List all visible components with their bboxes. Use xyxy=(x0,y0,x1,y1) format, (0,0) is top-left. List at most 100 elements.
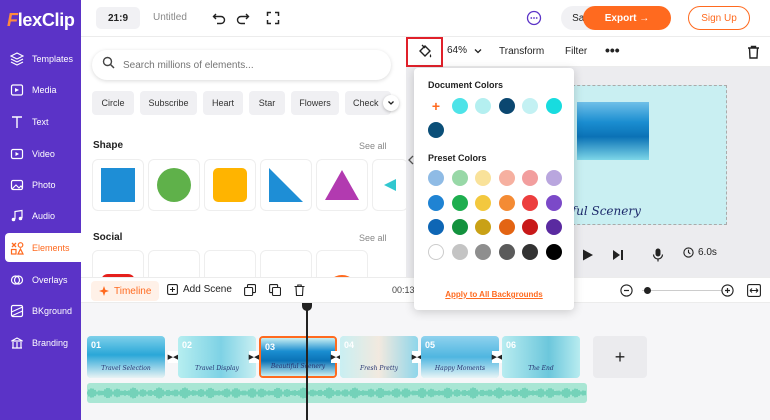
transition-icon[interactable]: ▶◀ xyxy=(168,351,178,363)
transition-icon[interactable]: ▶◀ xyxy=(492,351,502,363)
shape-tile-rounded-square[interactable] xyxy=(205,160,255,210)
shape-tile-partial[interactable] xyxy=(373,160,406,210)
redo-icon[interactable] xyxy=(234,9,252,27)
search-box[interactable] xyxy=(92,50,391,80)
tab-timeline[interactable]: Timeline xyxy=(91,281,160,301)
preset-color-swatch[interactable] xyxy=(475,194,491,211)
scene-photo[interactable] xyxy=(577,102,649,160)
delete-scene-icon[interactable] xyxy=(294,284,305,296)
preset-color-swatch[interactable] xyxy=(522,243,538,260)
search-input[interactable] xyxy=(123,59,363,71)
document-color-swatch[interactable] xyxy=(475,98,491,114)
more-options-icon[interactable]: ••• xyxy=(605,42,620,58)
chat-icon[interactable] xyxy=(525,9,543,27)
microphone-icon[interactable] xyxy=(652,248,664,262)
preset-color-swatch[interactable] xyxy=(498,219,515,235)
chip-heart[interactable]: Heart xyxy=(203,91,243,115)
scene-clip-03[interactable]: 03 Beautiful Scenery xyxy=(259,336,337,378)
transition-icon[interactable]: ▶◀ xyxy=(249,351,259,363)
add-scene-button[interactable]: Add Scene xyxy=(167,284,232,295)
shape-tile-circle[interactable] xyxy=(149,160,199,210)
preset-color-swatch[interactable] xyxy=(428,219,444,235)
undo-icon[interactable] xyxy=(210,9,228,27)
scene-clip-05[interactable]: 05 Happy Moments xyxy=(421,336,499,378)
aspect-ratio-button[interactable]: 21:9 xyxy=(96,7,140,29)
sidebar-item-elements[interactable]: Elements xyxy=(5,233,81,262)
chip-scroll-button[interactable] xyxy=(383,95,399,111)
playhead[interactable] xyxy=(306,303,308,420)
preset-color-swatch[interactable] xyxy=(475,170,491,186)
social-see-all-link[interactable]: See all xyxy=(359,233,387,243)
add-scene-tile[interactable]: + xyxy=(593,336,647,378)
chip-star[interactable]: Star xyxy=(249,91,285,115)
document-color-swatch[interactable] xyxy=(498,98,515,114)
transform-button[interactable]: Transform xyxy=(499,46,544,57)
slider-knob[interactable] xyxy=(644,287,651,294)
preset-color-swatch[interactable] xyxy=(522,170,538,186)
social-tile-like[interactable] xyxy=(149,251,199,277)
scene-clip-01[interactable]: 01 Travel Selection xyxy=(87,336,165,378)
flexclip-logo[interactable]: FlexClip xyxy=(7,10,75,31)
audio-track[interactable] xyxy=(87,383,587,403)
apply-to-all-backgrounds-link[interactable]: Apply to All Backgrounds xyxy=(414,290,574,299)
signup-button[interactable]: Sign Up xyxy=(688,6,750,30)
shape-tile-triangle-up[interactable] xyxy=(317,160,367,210)
preset-color-swatch[interactable] xyxy=(451,170,468,186)
sidebar-item-media[interactable]: Media xyxy=(0,75,81,104)
filter-button[interactable]: Filter xyxy=(565,46,587,57)
project-title[interactable]: Untitled xyxy=(153,12,187,23)
duplicate-scene-icon[interactable] xyxy=(269,284,281,296)
sidebar-item-video[interactable]: Video xyxy=(0,139,81,168)
video-canvas[interactable]: tiful Scenery xyxy=(562,85,727,225)
preset-color-swatch[interactable] xyxy=(498,170,515,186)
preset-color-swatch[interactable] xyxy=(475,243,491,260)
preset-color-swatch[interactable] xyxy=(428,170,444,186)
zoom-in-icon[interactable] xyxy=(721,284,734,297)
preset-color-swatch[interactable] xyxy=(428,243,444,260)
shape-see-all-link[interactable]: See all xyxy=(359,141,387,151)
sidebar-item-photo[interactable]: Photo xyxy=(0,170,81,199)
preset-color-swatch[interactable] xyxy=(522,219,538,235)
scene-clip-02[interactable]: 02 Travel Display xyxy=(178,336,256,378)
sidebar-item-text[interactable]: Text xyxy=(0,107,81,136)
preset-color-swatch[interactable] xyxy=(522,194,538,211)
preset-color-swatch[interactable] xyxy=(428,194,444,211)
copy-scene-icon[interactable] xyxy=(244,284,256,296)
sidebar-item-branding[interactable]: Branding xyxy=(0,328,81,357)
fullscreen-icon[interactable] xyxy=(264,9,282,27)
preset-color-swatch[interactable] xyxy=(475,219,491,235)
document-color-swatch[interactable] xyxy=(428,122,444,138)
zoom-out-icon[interactable] xyxy=(620,284,633,297)
sidebar-item-audio[interactable]: Audio xyxy=(0,201,81,230)
sidebar-item-templates[interactable]: Templates xyxy=(0,44,81,73)
document-color-swatch[interactable] xyxy=(451,98,468,114)
social-tile-youtube[interactable] xyxy=(93,251,143,277)
delete-icon[interactable] xyxy=(744,43,762,61)
social-tile-subscribe[interactable] xyxy=(205,251,255,277)
social-tile-heart[interactable] xyxy=(261,251,311,277)
document-color-swatch[interactable] xyxy=(522,98,538,114)
play-icon[interactable] xyxy=(582,249,594,261)
scene-clip-04[interactable]: 04 Fresh Pretty xyxy=(340,336,418,378)
sidebar-item-overlays[interactable]: Overlays xyxy=(0,265,81,294)
shape-tile-square[interactable] xyxy=(93,160,143,210)
chip-flowers[interactable]: Flowers xyxy=(291,91,339,115)
scene-duration[interactable]: 6.0s xyxy=(683,247,717,258)
preset-color-swatch[interactable] xyxy=(545,243,562,260)
timeline-zoom-slider[interactable] xyxy=(642,287,722,294)
preset-color-swatch[interactable] xyxy=(545,170,562,186)
preset-color-swatch[interactable] xyxy=(498,243,515,260)
scene-clip-06[interactable]: 06 The End xyxy=(502,336,580,378)
preset-color-swatch[interactable] xyxy=(451,243,468,260)
zoom-control[interactable]: 64% xyxy=(447,45,483,56)
social-tile-profile[interactable] xyxy=(317,251,367,277)
preset-color-swatch[interactable] xyxy=(545,194,562,211)
sidebar-item-bkground[interactable]: BKground xyxy=(0,296,81,325)
fit-timeline-icon[interactable] xyxy=(747,284,761,297)
document-color-swatch[interactable] xyxy=(545,98,562,114)
preset-color-swatch[interactable] xyxy=(451,219,468,235)
add-color-icon[interactable]: + xyxy=(428,98,444,114)
shape-tile-triangle[interactable] xyxy=(261,160,311,210)
chip-circle[interactable]: Circle xyxy=(92,91,134,115)
scene-caption[interactable]: tiful Scenery xyxy=(563,204,641,218)
